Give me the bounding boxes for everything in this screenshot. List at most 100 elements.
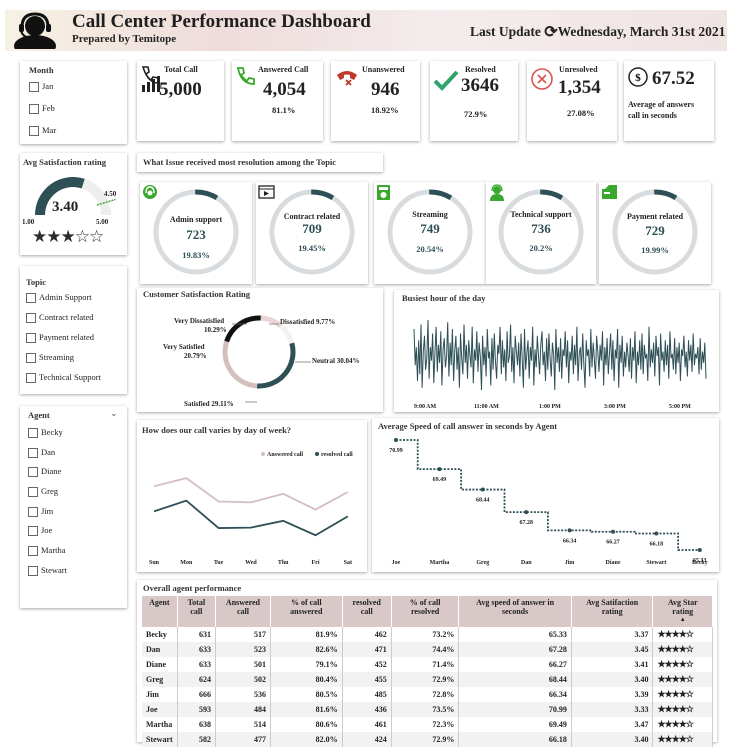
last-update-label: Last Update <box>470 24 541 39</box>
refresh-icon[interactable]: ⟳ <box>544 24 557 41</box>
donut-value-label: 10.29% <box>204 326 227 334</box>
x-tick-label: Dan <box>521 560 532 566</box>
table-cell: 502 <box>215 672 271 687</box>
topic-value-technical: 736 <box>531 221 551 236</box>
agent-checkbox-greg[interactable] <box>28 487 38 497</box>
table-cell: 72.9% <box>391 672 460 687</box>
data-label: 66.27 <box>606 540 620 546</box>
table-cell: 69.49 <box>458 717 572 732</box>
kpi-resolved-label: Resolved <box>465 65 496 74</box>
table-cell: 666 <box>177 687 217 702</box>
phone-missed-icon <box>337 71 357 86</box>
month-checkbox-jan[interactable] <box>29 82 39 92</box>
topic-ring-arc <box>195 189 219 201</box>
topic-ring-arc <box>540 189 564 201</box>
busiest-hour-line <box>413 319 707 391</box>
agent-filter-panel: Agent ⌄ Becky Dan Diane Greg Jim Joe Mar… <box>20 406 127 608</box>
table-cell: ★★★★☆ <box>652 657 713 672</box>
topic-label-admin: Admin Support <box>39 292 92 302</box>
table-cell: 624 <box>177 672 217 687</box>
table-header-cell[interactable]: Total call <box>177 596 217 627</box>
avg-speed-panel: Average Speed of call answer in seconds … <box>372 418 719 572</box>
agent-checkbox-diane[interactable] <box>28 467 38 477</box>
table-header-cell[interactable]: Answered call <box>215 596 271 627</box>
data-label: 67.28 <box>519 520 533 526</box>
sort-indicator-icon[interactable]: ▲ <box>656 616 709 625</box>
avg-speed-chart: 70.99 Joe 69.49 Martha 68.44 Greg 67.28 Dan 66.3… <box>389 438 708 566</box>
table-cell: 633 <box>177 657 217 672</box>
topic-checkbox-technical[interactable] <box>26 373 36 383</box>
table-cell: 536 <box>215 687 271 702</box>
table-cell: Joe <box>142 702 178 717</box>
table-header-cell[interactable]: Avg Satifaction rating <box>571 596 654 627</box>
gauge-max-label: 5.00 <box>96 218 109 226</box>
table-body: Becky 631 517 81.9% 462 73.2% 65.33 3.37 ★★★★☆ Da… <box>142 627 713 747</box>
agent-checkbox-joe[interactable] <box>28 526 38 536</box>
kpi-total-call: Total Call 5,000 <box>137 61 224 141</box>
x-tick-label: Tue <box>214 560 224 566</box>
topic-label-technical: Technical Support <box>39 372 101 382</box>
donut-slice <box>256 342 296 389</box>
table-cell: 79.1% <box>270 657 343 672</box>
topic-checkbox-streaming[interactable] <box>26 353 36 363</box>
topic-checkbox-contract[interactable] <box>26 313 36 323</box>
kpi-unanswered: Unanswered 946 18.92% <box>331 61 420 141</box>
x-tick-label: 1:00 PM <box>539 404 561 410</box>
month-checkbox-mar[interactable] <box>29 126 39 136</box>
satisfaction-gauge-panel: Avg Satisfaction rating 3.40 4.50 1.00 5… <box>20 153 127 255</box>
legend-label: resolved call <box>321 452 353 458</box>
agent-checkbox-martha[interactable] <box>28 546 38 556</box>
kpi-answered-call: Answered Call 4,054 81.1% <box>232 61 323 141</box>
x-tick-label: Becky <box>692 560 708 566</box>
table-cell: 80.6% <box>270 717 343 732</box>
day-of-week-panel: How does our call varies by day of week?… <box>137 420 367 572</box>
topic-card-contract: Contract related 709 19.45% <box>256 182 368 284</box>
table-cell: Greg <box>142 672 178 687</box>
donut-slice <box>224 315 261 343</box>
topic-checkbox-admin[interactable] <box>26 293 36 303</box>
table-header-cell[interactable]: % of call answered <box>270 596 343 627</box>
donut-slice <box>222 340 258 389</box>
month-filter-title: Month <box>29 65 54 75</box>
topic-value-streaming: 749 <box>420 221 440 236</box>
agent-checkbox-stewart[interactable] <box>28 566 38 576</box>
table-header-cell[interactable]: resolved call <box>342 596 392 627</box>
kpi-total-value: 5,000 <box>159 79 202 100</box>
donut-label: Neutral 30.04% <box>312 357 359 365</box>
agent-label-becky: Becky <box>41 427 63 437</box>
gauge-star-rating: ★★★☆☆ <box>32 227 104 246</box>
month-checkbox-feb[interactable] <box>29 104 39 114</box>
table-cell: 67.28 <box>458 642 572 657</box>
topic-name-admin: Admin support <box>169 215 223 224</box>
topic-checkbox-payment[interactable] <box>26 333 36 343</box>
day-of-week-chart: Answered call resolved call Sun Mon Tue Wed Th… <box>149 452 353 566</box>
table-header-cell[interactable]: % of call resolved <box>391 596 460 627</box>
table-cell: 82.0% <box>270 732 343 747</box>
data-label: 69.49 <box>433 477 447 483</box>
kpi-answered-label: Answered Call <box>258 65 309 74</box>
agent-checkbox-becky[interactable] <box>28 428 38 438</box>
kpi-avg-answer-label-1: Average of answers <box>628 100 695 109</box>
page-title: Call Center Performance Dashboard <box>72 11 371 32</box>
x-tick-label: Sat <box>344 560 352 566</box>
avg-speed-point <box>697 548 702 552</box>
table-cell: ★★★★☆ <box>652 627 713 642</box>
donut-label: Very Dissatisfied <box>174 317 224 325</box>
table-cell: 3.40 <box>571 672 654 687</box>
table-cell: 66.27 <box>458 657 572 672</box>
donut-label: Very Satisfied <box>163 343 205 351</box>
table-header-cell[interactable]: Avg speed of answer in seconds <box>458 596 572 627</box>
table-cell: 424 <box>342 732 392 747</box>
month-label-jan: Jan <box>42 81 54 91</box>
chevron-down-icon[interactable]: ⌄ <box>110 408 118 419</box>
agent-checkbox-jim[interactable] <box>28 507 38 517</box>
kpi-resolved-pct: 72.9% <box>464 109 488 119</box>
table-header-cell[interactable]: Avg Star rating ▲ <box>652 596 713 627</box>
agent-checkbox-dan[interactable] <box>28 448 38 458</box>
table-cell: 514 <box>215 717 271 732</box>
table-cell: 73.5% <box>391 702 460 717</box>
table-cell: ★★★★☆ <box>652 642 713 657</box>
topic-card-streaming: Streaming 749 20.54% <box>374 182 486 284</box>
table-cell: 82.6% <box>270 642 343 657</box>
table-header-cell[interactable]: Agent <box>142 596 178 627</box>
